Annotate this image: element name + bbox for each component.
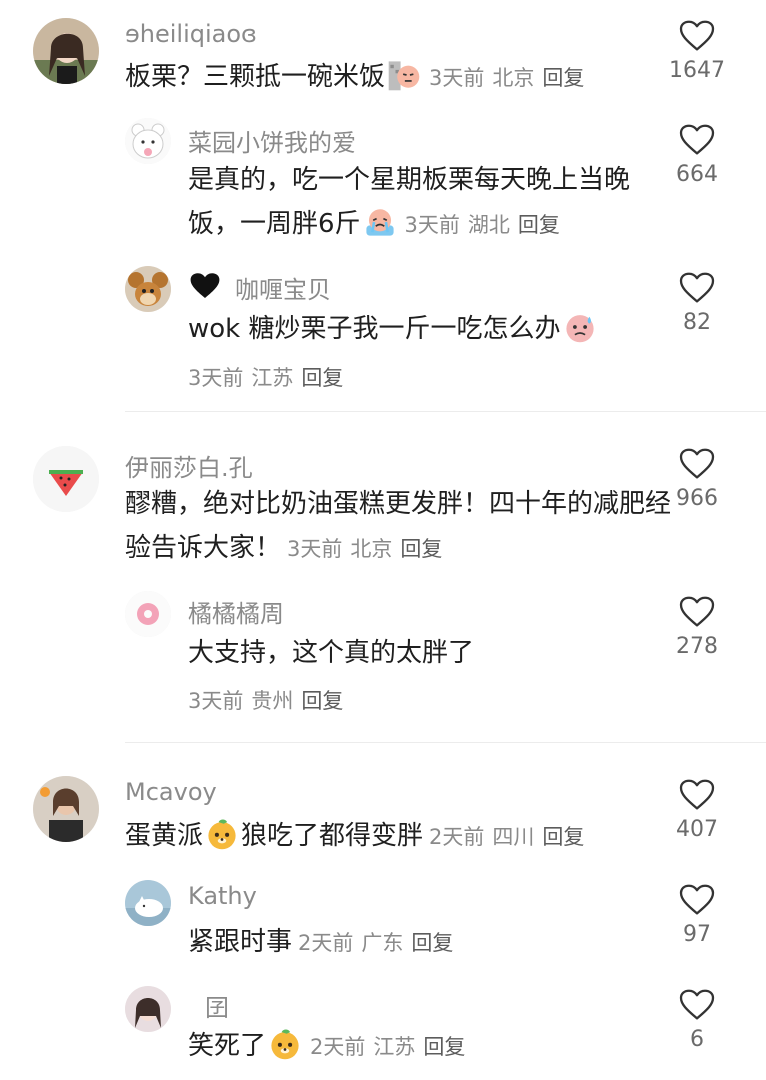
- jerry-mouse-avatar[interactable]: [125, 266, 171, 312]
- heart-outline-icon: [679, 124, 715, 156]
- reply-button[interactable]: 回复: [301, 366, 343, 390]
- sweat-emoji-icon: [563, 310, 597, 344]
- like-count: 97: [683, 922, 711, 947]
- username[interactable]: 囝: [205, 988, 229, 1023]
- heart-outline-icon: [679, 272, 715, 304]
- username[interactable]: ɘheiliqiaoɞ: [125, 20, 257, 48]
- comment-body: 紧跟时事: [188, 927, 293, 957]
- comment-location: 北京: [350, 537, 393, 561]
- girl-photo-avatar-2[interactable]: [125, 986, 171, 1032]
- comment-location: 江苏: [251, 366, 294, 390]
- bear-cartoon-avatar[interactable]: [125, 118, 171, 164]
- comment-location: 广东: [361, 931, 404, 955]
- comment-body: wok 糖炒栗子我一斤一吃怎么办: [188, 314, 561, 344]
- comment-body: 板栗？三颗抵一碗米饭: [125, 62, 386, 92]
- comment-meta: 3天前 北京 回复: [287, 527, 450, 571]
- heart-outline-icon: [679, 596, 715, 628]
- reply-button[interactable]: 回复: [411, 931, 453, 955]
- username[interactable]: Mcavoy: [125, 778, 217, 806]
- comment-body-end: 狼吃了都得变胖: [241, 821, 424, 851]
- orange-dog-emoji-icon: [268, 1027, 302, 1061]
- like-button[interactable]: 407: [652, 779, 742, 842]
- comment-meta: 2天前 广东 回复: [298, 921, 461, 965]
- crying-emoji-icon: [363, 205, 397, 239]
- reply-button[interactable]: 回复: [542, 66, 584, 90]
- like-count: 6: [690, 1027, 704, 1052]
- username[interactable]: 咖喱宝贝: [235, 270, 331, 305]
- black-heart-icon: [189, 271, 221, 301]
- comment-body: 笑死了: [188, 1031, 267, 1061]
- reply-button[interactable]: 回复: [542, 825, 584, 849]
- cat-cartoon-avatar[interactable]: [125, 880, 171, 926]
- comment-location: 北京: [492, 66, 535, 90]
- girl-photo-avatar[interactable]: [33, 18, 99, 84]
- comment-time: 3天前: [188, 366, 244, 390]
- like-button[interactable]: 664: [652, 124, 742, 187]
- comment-text: 笑死了 2天前 江苏 回复: [188, 1024, 668, 1069]
- blocked-face-emoji-icon: [387, 58, 421, 92]
- username[interactable]: 伊丽莎白.孔: [125, 448, 253, 483]
- comment-meta: 3天前 湖北 回复: [405, 203, 568, 247]
- woman-photo-avatar[interactable]: [33, 776, 99, 842]
- username[interactable]: 橘橘橘周: [188, 594, 284, 629]
- like-count: 966: [676, 486, 718, 511]
- comment-time: 3天前: [188, 689, 244, 713]
- comment-body-start: 蛋黄派: [125, 821, 204, 851]
- comment-time: 3天前: [404, 213, 460, 237]
- like-count: 1647: [669, 58, 725, 83]
- comment-time: 2天前: [298, 931, 354, 955]
- comment-meta: 3天前 贵州 回复: [188, 685, 351, 715]
- heart-outline-icon: [679, 448, 715, 480]
- like-button[interactable]: 278: [652, 596, 742, 659]
- comment-time: 3天前: [287, 537, 343, 561]
- comment-location: 四川: [492, 825, 535, 849]
- like-count: 407: [676, 817, 718, 842]
- like-button[interactable]: 6: [652, 989, 742, 1052]
- reply-button[interactable]: 回复: [423, 1035, 465, 1059]
- comment-text: 蛋黄派 狼吃了都得变胖 2天前 四川 回复: [125, 814, 665, 859]
- username[interactable]: Kathy: [188, 882, 257, 910]
- comment-text: 醪糟，绝对比奶油蛋糕更发胖！四十年的减肥经验告诉大家！ 3天前 北京 回复: [125, 482, 685, 571]
- comment-location: 湖北: [467, 213, 510, 237]
- comment-location: 贵州: [251, 689, 294, 713]
- comment-meta: 3天前 江苏 回复: [188, 362, 351, 392]
- comment-text: wok 糖炒栗子我一斤一吃怎么办: [188, 307, 668, 351]
- orange-dog-emoji-icon: [205, 817, 239, 851]
- comment-meta: 3天前 北京 回复: [429, 56, 592, 100]
- heart-outline-icon: [679, 989, 715, 1021]
- reply-button[interactable]: 回复: [400, 537, 442, 561]
- like-button[interactable]: 966: [652, 448, 742, 511]
- reply-button[interactable]: 回复: [301, 689, 343, 713]
- like-button[interactable]: 1647: [652, 20, 742, 83]
- comment-text: 紧跟时事 2天前 广东 回复: [188, 920, 668, 965]
- username[interactable]: 菜园小饼我的爱: [188, 123, 356, 158]
- watermelon-avatar[interactable]: [33, 446, 99, 512]
- like-count: 82: [683, 310, 711, 335]
- comment-time: 2天前: [310, 1035, 366, 1059]
- like-count: 278: [676, 634, 718, 659]
- comment-text: 大支持，这个真的太胖了: [188, 638, 475, 668]
- comment-text: 是真的，吃一个星期板栗每天晚上当晚饭，一周胖6斤 3天前 湖北 回复: [188, 158, 668, 247]
- reply-button[interactable]: 回复: [518, 213, 560, 237]
- comment-time: 2天前: [429, 825, 485, 849]
- comment-location: 江苏: [373, 1035, 416, 1059]
- heart-outline-icon: [679, 20, 715, 52]
- like-button[interactable]: 82: [652, 272, 742, 335]
- comment-meta: 2天前 江苏 回复: [310, 1025, 473, 1069]
- divider: [125, 742, 766, 743]
- comment-meta: 2天前 四川 回复: [429, 815, 592, 859]
- comment-text: 板栗？三颗抵一碗米饭 3天前 北京 回复: [125, 55, 665, 100]
- comment-time: 3天前: [429, 66, 485, 90]
- divider: [125, 411, 766, 412]
- heart-outline-icon: [679, 779, 715, 811]
- like-count: 664: [676, 162, 718, 187]
- like-button[interactable]: 97: [652, 884, 742, 947]
- heart-outline-icon: [679, 884, 715, 916]
- donut-avatar[interactable]: [125, 591, 171, 637]
